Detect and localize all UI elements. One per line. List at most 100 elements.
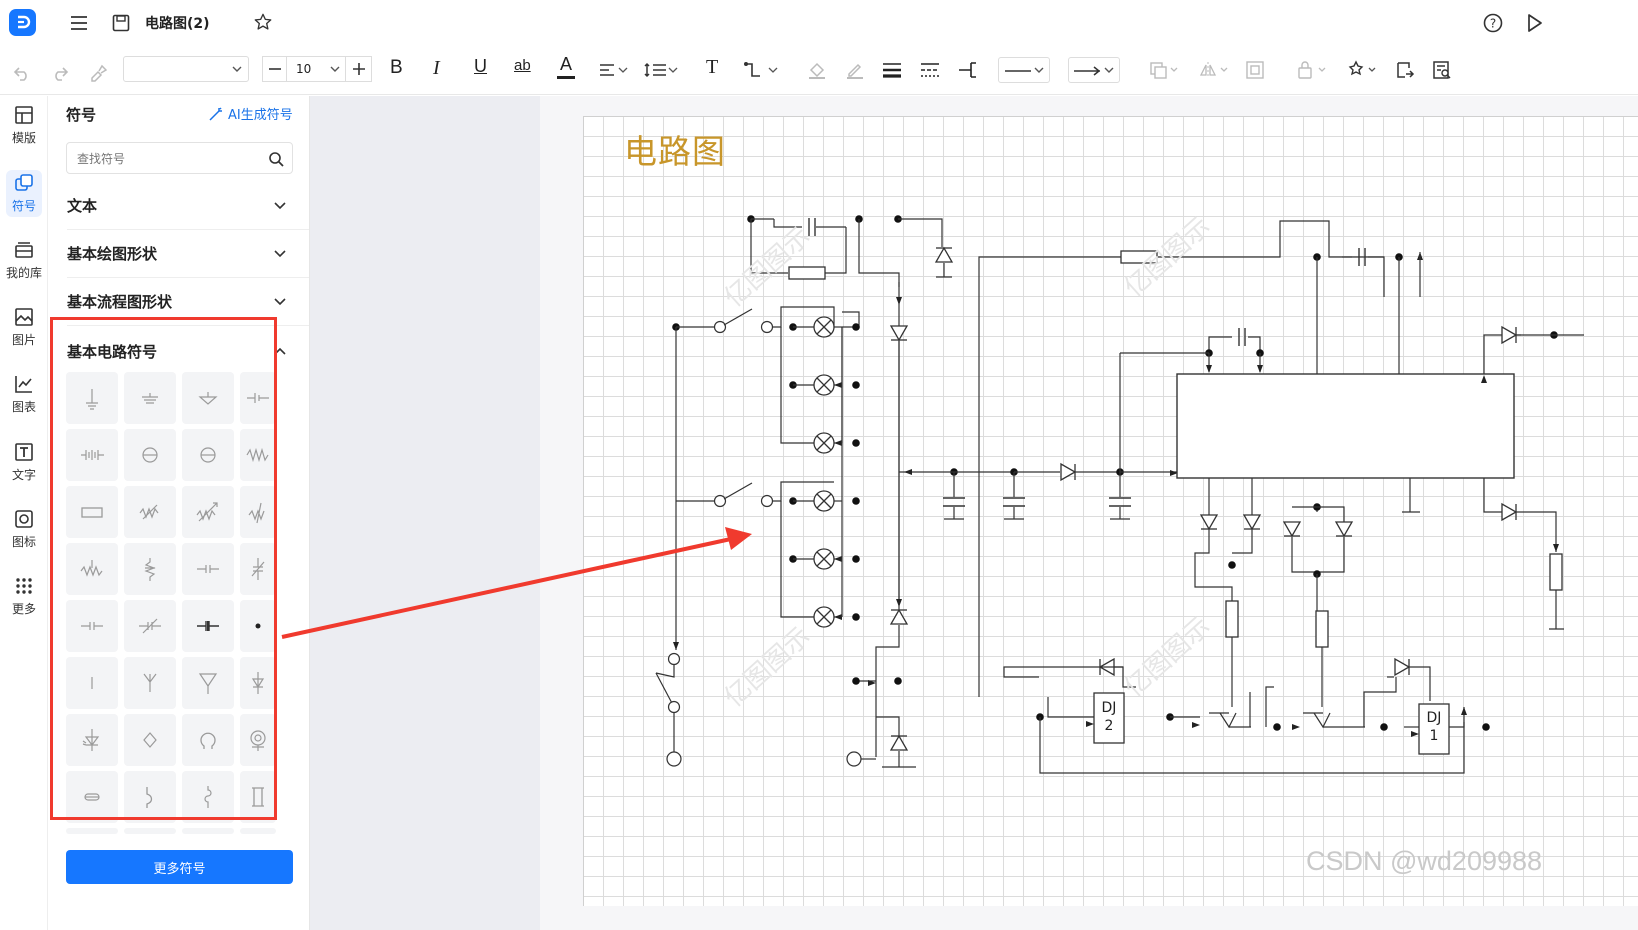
- magic-icon[interactable]: [1346, 59, 1380, 81]
- align-icon[interactable]: [598, 60, 632, 80]
- symbol-tile[interactable]: [240, 828, 276, 834]
- junction-dot: [1380, 723, 1388, 731]
- junction-dot: [894, 677, 902, 685]
- capacitor-symbol: [1238, 328, 1246, 346]
- nav-item-0[interactable]: 模版: [0, 104, 48, 146]
- diode-symbol: [1334, 521, 1354, 538]
- nav-label: 图标: [11, 535, 36, 549]
- diode-symbol: [1282, 521, 1302, 538]
- nav-item-2[interactable]: 我的库: [0, 239, 48, 281]
- arrowhead: [1411, 731, 1419, 737]
- ic-block: [1176, 373, 1515, 479]
- underline-button[interactable]: U: [474, 56, 487, 77]
- symbol-tile[interactable]: [66, 828, 118, 834]
- wire: [876, 716, 900, 737]
- terminal-ring: [667, 652, 681, 666]
- capacitor-symbol: [943, 497, 965, 507]
- terminal-ring: [713, 320, 727, 334]
- text-tool-button[interactable]: T: [706, 56, 718, 79]
- library-icon: [13, 239, 35, 261]
- connector-icon[interactable]: [742, 59, 780, 81]
- nav-item-7[interactable]: 更多: [0, 575, 48, 617]
- group-icon[interactable]: [1244, 59, 1266, 81]
- italic-button[interactable]: I: [433, 57, 440, 80]
- arrowhead: [1192, 722, 1200, 728]
- arrow-style-select[interactable]: [1068, 57, 1120, 83]
- resistor-symbol: [1225, 600, 1239, 638]
- arrange-icon[interactable]: [1148, 59, 1182, 81]
- diode-symbol: [1060, 462, 1077, 482]
- arrowhead: [1553, 544, 1559, 552]
- wire: [1208, 336, 1232, 353]
- wire: [978, 256, 1122, 697]
- line-color-icon[interactable]: [844, 59, 866, 81]
- diode-symbol: [1501, 325, 1518, 345]
- junction-dot: [852, 323, 860, 331]
- relay-dj2-bottom: 2: [1104, 718, 1114, 734]
- font-size-decrease-icon[interactable]: [262, 56, 286, 82]
- text-color-glyph: A: [559, 54, 572, 74]
- bold-button[interactable]: B: [390, 57, 403, 79]
- chevron-down-icon: [330, 66, 340, 72]
- symbol-panel: 符号 AI生成符号 文本 基本绘图形状 基本流程图形状 基本电路符号 更多符号: [48, 96, 310, 930]
- replace-shape-icon[interactable]: [1394, 59, 1416, 81]
- nav-item-5[interactable]: 文字: [0, 441, 48, 483]
- terminal-ring: [667, 700, 681, 714]
- strikethrough-button[interactable]: ab: [514, 57, 531, 74]
- text-color-button[interactable]: A: [556, 54, 576, 82]
- chevron-down-icon: [1104, 67, 1114, 73]
- line-spacing-icon[interactable]: [643, 60, 679, 80]
- drawing-sheet[interactable]: 电路图 DJ 2 DJ 1 亿图图示 亿图图示 亿图图示 亿图图示: [583, 116, 1638, 906]
- title-bar: 电路图(2) ?: [0, 0, 1638, 47]
- document-title[interactable]: 电路图(2): [145, 13, 210, 33]
- font-family-select[interactable]: [123, 56, 249, 82]
- nav-label: 更多: [11, 602, 36, 616]
- fill-icon[interactable]: [806, 59, 828, 81]
- menu-icon[interactable]: [68, 12, 90, 34]
- format-painter-icon[interactable]: [86, 60, 110, 86]
- redo-icon[interactable]: [48, 60, 72, 86]
- help-icon[interactable]: ?: [1482, 12, 1504, 34]
- diode-symbol: [889, 734, 909, 751]
- undo-icon[interactable]: [10, 60, 34, 86]
- save-icon[interactable]: [110, 12, 132, 34]
- font-size-increase-icon[interactable]: [346, 56, 372, 82]
- terminal-ring: [666, 751, 682, 767]
- nav-item-6[interactable]: 图标: [0, 508, 48, 550]
- lock-icon[interactable]: [1296, 59, 1330, 81]
- junction-dot: [1228, 561, 1236, 569]
- wire: [1549, 590, 1564, 630]
- diode-symbol: [889, 325, 909, 342]
- symbol-tile[interactable]: [124, 828, 176, 834]
- nav-item-4[interactable]: 图表: [0, 373, 48, 415]
- nav-item-3[interactable]: 图片: [0, 306, 48, 348]
- nav-label: 图片: [11, 333, 36, 347]
- terminal-ring: [760, 320, 774, 334]
- transistor-symbol: [1209, 692, 1251, 729]
- font-size-value: 10: [296, 62, 312, 76]
- arrowhead: [1257, 365, 1263, 373]
- diode-symbol: [934, 246, 954, 263]
- play-icon[interactable]: [1524, 12, 1546, 34]
- dash-style-icon[interactable]: [919, 59, 941, 81]
- arrowhead: [834, 556, 842, 562]
- wire: [1047, 697, 1094, 718]
- junction-dot: [852, 613, 860, 621]
- circuit-diagram[interactable]: [584, 117, 1638, 907]
- flip-icon[interactable]: [1198, 59, 1232, 81]
- relay-dj1-label: DJ 1: [1419, 709, 1449, 745]
- arrowhead: [834, 614, 842, 620]
- star-icon[interactable]: [252, 11, 274, 33]
- symbol-tile[interactable]: [182, 828, 234, 834]
- junction-dot: [852, 381, 860, 389]
- font-size-select[interactable]: 10: [286, 56, 346, 82]
- connector-style-icon[interactable]: [957, 59, 979, 81]
- nav-item-1[interactable]: 符号: [6, 170, 42, 217]
- more-symbols-button[interactable]: 更多符号: [66, 850, 293, 884]
- line-weight-icon[interactable]: [881, 59, 903, 81]
- find-replace-icon[interactable]: [1431, 59, 1453, 81]
- app-logo[interactable]: [9, 9, 36, 36]
- transistor-symbol: [1303, 691, 1387, 729]
- line-style-select[interactable]: [998, 57, 1050, 83]
- nav-label: 我的库: [5, 266, 42, 280]
